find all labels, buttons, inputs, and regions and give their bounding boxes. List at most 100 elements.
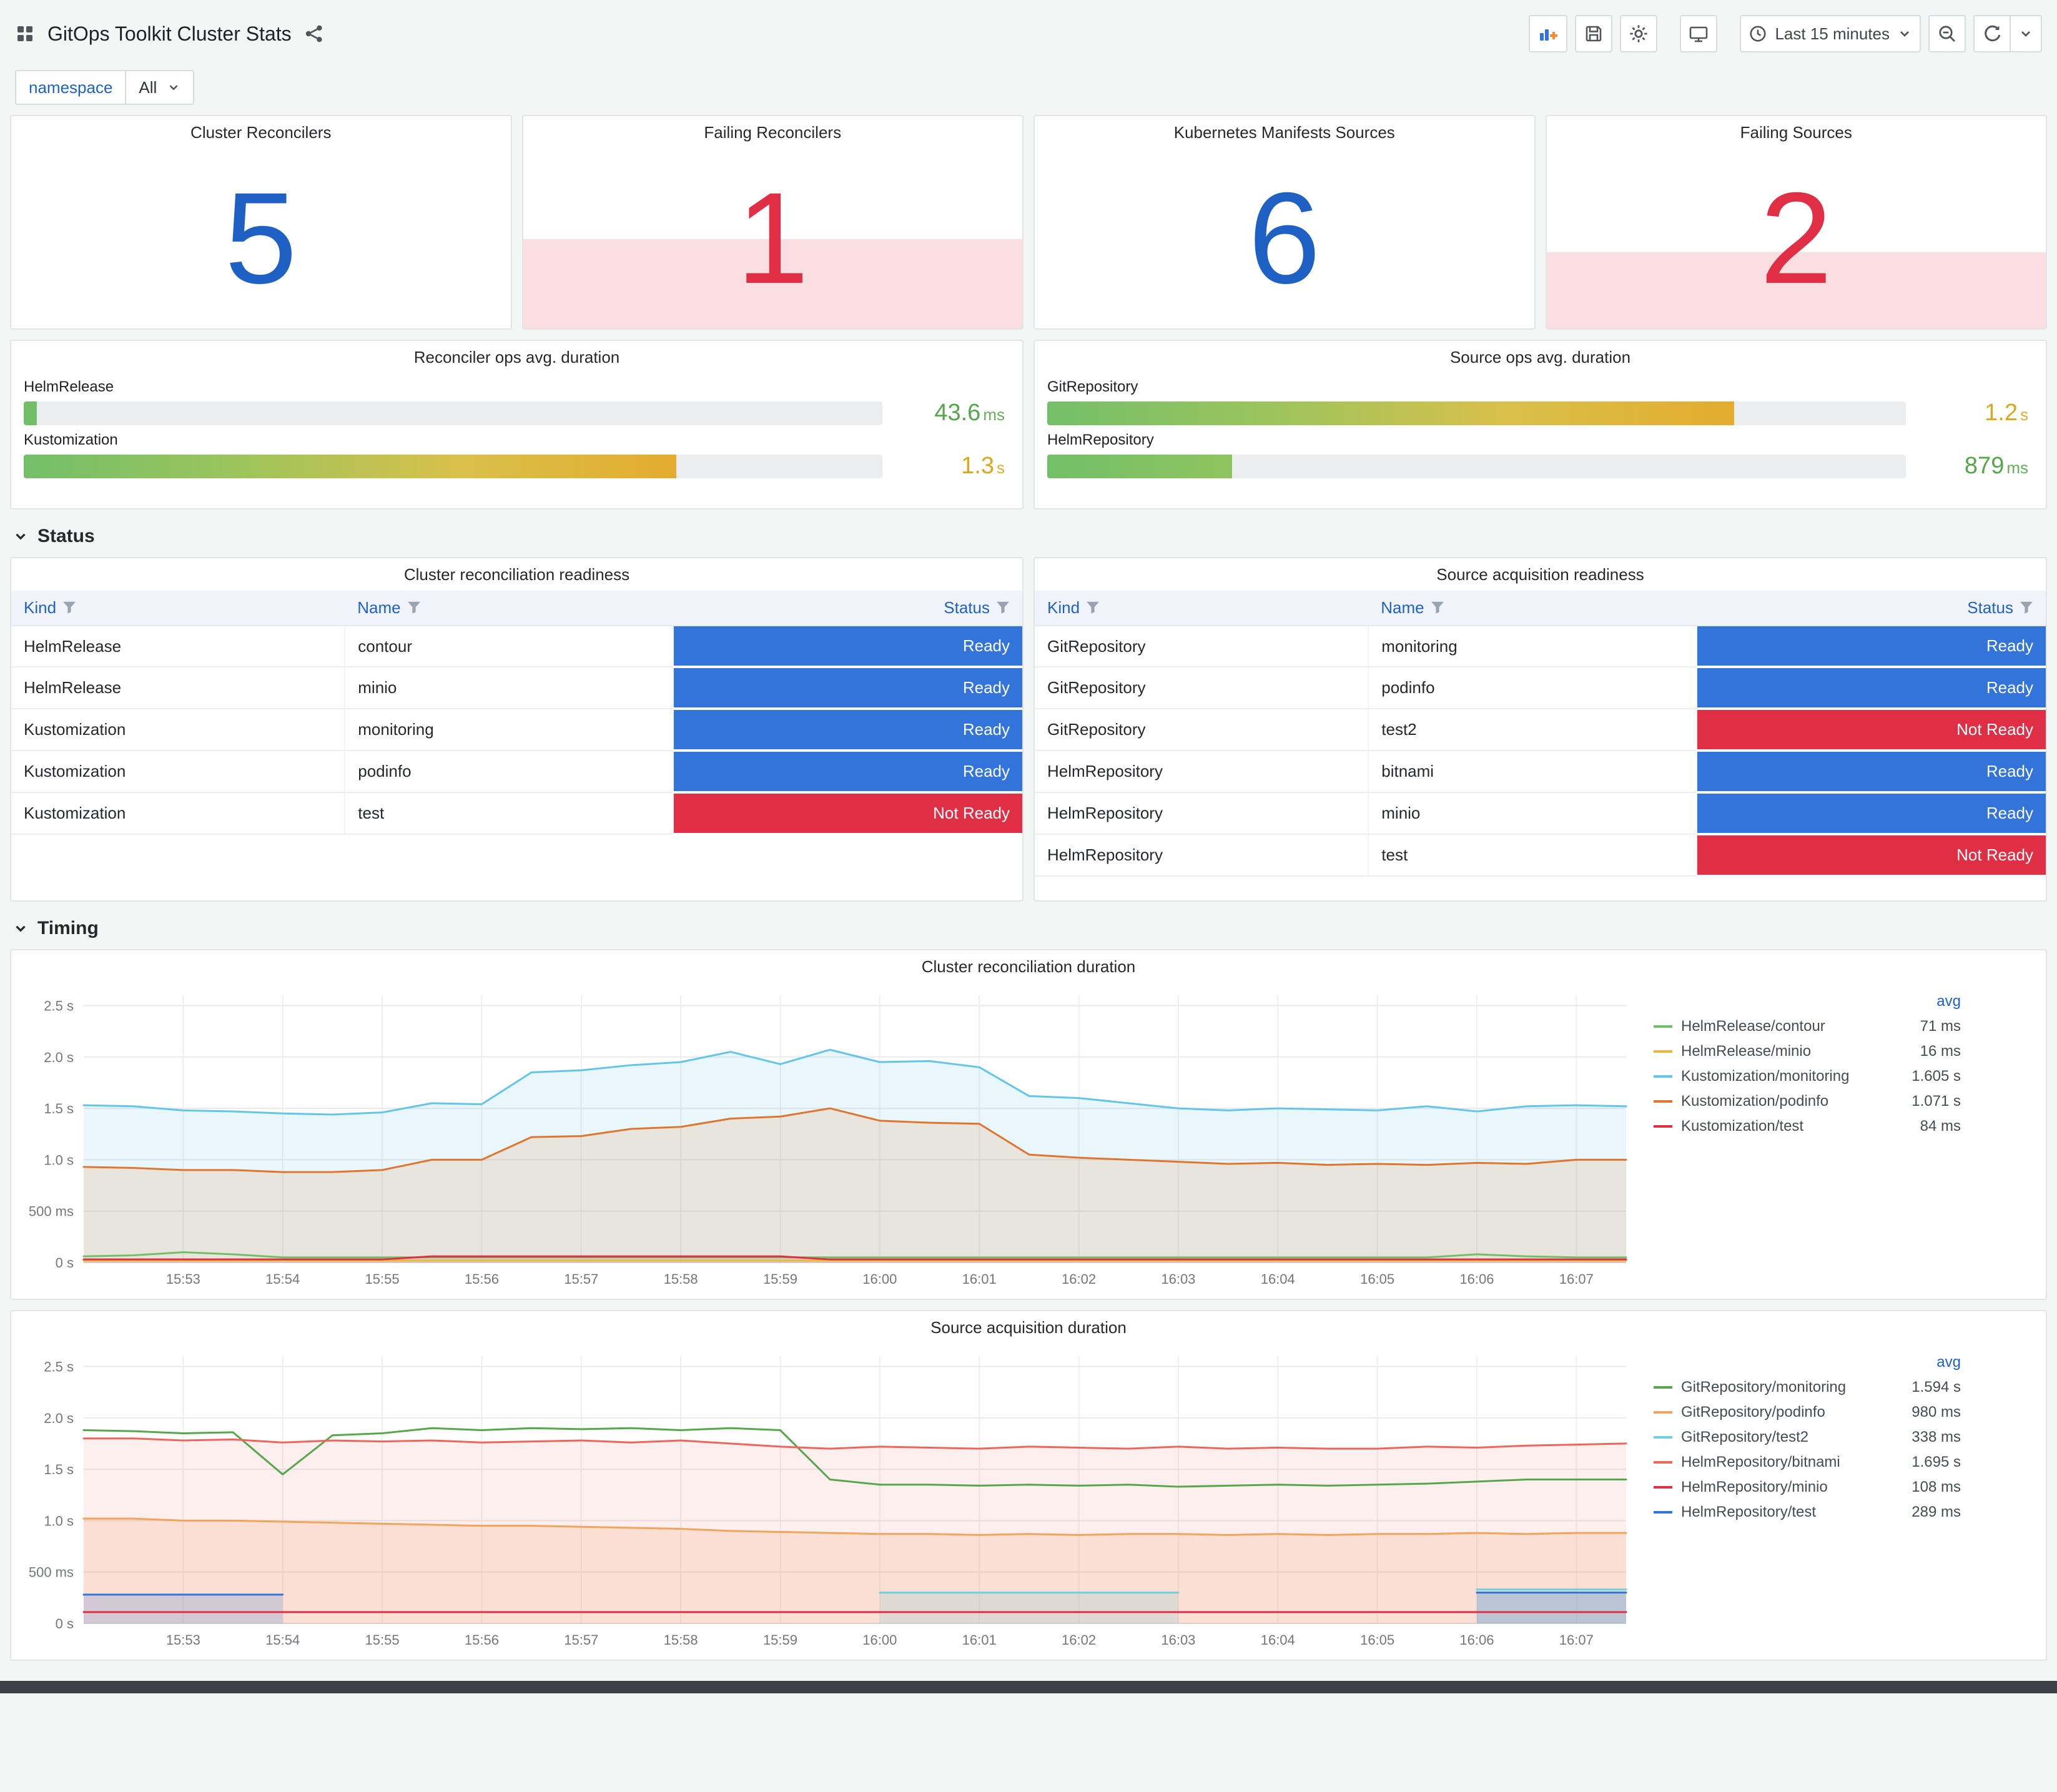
gauge-value: 1.2 s: [1985, 400, 2028, 426]
share-icon[interactable]: [304, 24, 324, 44]
legend-item[interactable]: HelmRelease/contour 71 ms: [1654, 1014, 1961, 1039]
legend-item[interactable]: GitRepository/test2 338 ms: [1654, 1425, 1961, 1450]
legend-item[interactable]: GitRepository/monitoring 1.594 s: [1654, 1375, 1961, 1400]
cell-name: monitoring: [345, 709, 674, 751]
save-dashboard-button[interactable]: [1575, 15, 1613, 52]
series-name: Kustomization/monitoring: [1681, 1068, 1850, 1085]
legend-avg-header[interactable]: avg: [1654, 993, 1961, 1010]
stat-value: 5: [224, 166, 297, 311]
column-header-status[interactable]: Status: [1697, 591, 2046, 626]
legend-item[interactable]: HelmRelease/minio 16 ms: [1654, 1039, 1961, 1064]
svg-text:1.5 s: 1.5 s: [44, 1462, 74, 1477]
svg-text:1.0 s: 1.0 s: [44, 1513, 74, 1529]
gauge-track: [24, 401, 882, 425]
gauge-row-helmrelease: HelmRelease 43.6 ms: [11, 373, 1022, 426]
status-badge: Not Ready: [673, 792, 1022, 835]
series-name: GitRepository/podinfo: [1681, 1404, 1825, 1420]
series-color-dash: [1654, 1050, 1672, 1053]
cell-name: minio: [345, 667, 674, 709]
chevron-down-icon: [12, 920, 29, 937]
svg-text:15:58: 15:58: [664, 1632, 698, 1648]
legend-item[interactable]: HelmRepository/bitnami 1.695 s: [1654, 1450, 1961, 1475]
column-header-kind[interactable]: Kind: [11, 591, 345, 626]
legend-item[interactable]: GitRepository/podinfo 980 ms: [1654, 1400, 1961, 1425]
panel-title[interactable]: Source acquisition duration: [11, 1311, 2046, 1344]
panel-title[interactable]: Failing Reconcilers: [523, 116, 1023, 149]
panel-title[interactable]: Source ops avg. duration: [1035, 341, 2046, 373]
chevron-down-icon: [1897, 26, 1912, 41]
template-variables-row: namespace All: [15, 70, 2042, 105]
table-row: HelmRepository minio Ready: [1035, 792, 2046, 835]
panel-title[interactable]: Cluster reconciliation duration: [11, 950, 2046, 983]
filter-icon: [407, 601, 420, 614]
panel-title[interactable]: Cluster Reconcilers: [11, 116, 511, 149]
gauge-label: Kustomization: [24, 431, 118, 448]
section-status-label: Status: [37, 526, 95, 546]
table-row: GitRepository monitoring Ready: [1035, 626, 2046, 668]
time-range-picker[interactable]: Last 15 minutes: [1740, 15, 1921, 52]
svg-text:16:02: 16:02: [1062, 1632, 1096, 1648]
section-timing[interactable]: Timing: [12, 918, 2045, 939]
legend-item[interactable]: Kustomization/podinfo 1.071 s: [1654, 1089, 1961, 1114]
add-panel-button[interactable]: [1529, 15, 1568, 52]
table-row: GitRepository podinfo Ready: [1035, 667, 2046, 710]
cell-name: contour: [345, 626, 674, 667]
variable-namespace-label[interactable]: namespace: [15, 70, 126, 105]
series-avg-value: 289 ms: [1911, 1504, 1961, 1520]
time-series-plot[interactable]: 15:53 15:54 15:55 15:56 15:57 15:58 15:59 16:00…: [19, 983, 1636, 1290]
gauge-track: [1047, 454, 1906, 478]
panel-title[interactable]: Failing Sources: [1547, 116, 2046, 149]
panel-cluster-reconciliation-duration: Cluster reconciliation duration 15:53 15:…: [10, 949, 2047, 1300]
legend-item[interactable]: HelmRepository/test 289 ms: [1654, 1500, 1961, 1525]
svg-text:1.5 s: 1.5 s: [44, 1101, 74, 1116]
status-badge: Ready: [673, 751, 1022, 794]
column-header-name[interactable]: Name: [1368, 591, 1697, 626]
refresh-button[interactable]: [1973, 15, 2011, 52]
column-header-status[interactable]: Status: [673, 591, 1022, 626]
svg-text:0 s: 0 s: [56, 1616, 74, 1632]
series-name: HelmRelease/minio: [1681, 1043, 1812, 1060]
cell-name: test: [1368, 834, 1698, 877]
legend-item[interactable]: Kustomization/test 84 ms: [1654, 1114, 1961, 1139]
cycle-view-mode-button[interactable]: [1680, 15, 1718, 52]
panel-title[interactable]: Reconciler ops avg. duration: [11, 341, 1022, 373]
panel-title[interactable]: Source acquisition readiness: [1035, 558, 2046, 591]
svg-text:16:00: 16:00: [862, 1632, 897, 1648]
svg-text:2.5 s: 2.5 s: [44, 1359, 74, 1374]
svg-text:15:56: 15:56: [465, 1271, 499, 1287]
gauge-value: 43.6 ms: [934, 400, 1005, 426]
page-bottom-bar: [0, 1681, 2057, 1693]
status-badge: Ready: [1697, 792, 2046, 835]
series-name: GitRepository/test2: [1681, 1429, 1809, 1445]
dashboard-settings-button[interactable]: [1620, 15, 1658, 52]
variable-namespace-select[interactable]: All: [125, 70, 195, 105]
status-badge: Ready: [673, 667, 1022, 710]
series-avg-value: 84 ms: [1920, 1118, 1961, 1135]
panel-title[interactable]: Kubernetes Manifests Sources: [1035, 116, 1534, 149]
legend-avg-header[interactable]: avg: [1654, 1354, 1961, 1371]
svg-text:15:59: 15:59: [763, 1271, 797, 1287]
series-avg-value: 1.695 s: [1911, 1454, 1961, 1470]
series-avg-value: 980 ms: [1911, 1404, 1961, 1420]
cell-name: podinfo: [345, 751, 674, 793]
section-timing-label: Timing: [37, 918, 99, 938]
cell-name: podinfo: [1368, 667, 1698, 709]
panel-cluster-reconciliation-readiness: Cluster reconciliation readiness Kind Na…: [10, 557, 1024, 902]
variable-namespace-value: All: [139, 77, 157, 97]
apps-grid-icon[interactable]: [15, 24, 35, 44]
gauge-bar: [24, 454, 676, 478]
series-avg-value: 71 ms: [1920, 1018, 1961, 1035]
column-header-kind[interactable]: Kind: [1035, 591, 1369, 626]
dashboard-header: GitOps Toolkit Cluster Stats Last 15 min…: [10, 10, 2047, 57]
panel-failing-sources: Failing Sources 2: [1545, 115, 2047, 330]
panel-title[interactable]: Cluster reconciliation readiness: [11, 558, 1022, 591]
refresh-interval-dropdown[interactable]: [2011, 15, 2042, 52]
gauge-label: HelmRepository: [1047, 431, 1154, 448]
svg-text:15:59: 15:59: [763, 1632, 797, 1648]
zoom-out-time-button[interactable]: [1928, 15, 1966, 52]
legend-item[interactable]: HelmRepository/minio 108 ms: [1654, 1475, 1961, 1500]
column-header-name[interactable]: Name: [345, 591, 674, 626]
section-status[interactable]: Status: [12, 526, 2045, 547]
time-series-plot[interactable]: 15:53 15:54 15:55 15:56 15:57 15:58 15:59 16:00…: [19, 1344, 1636, 1651]
legend-item[interactable]: Kustomization/monitoring 1.605 s: [1654, 1064, 1961, 1089]
